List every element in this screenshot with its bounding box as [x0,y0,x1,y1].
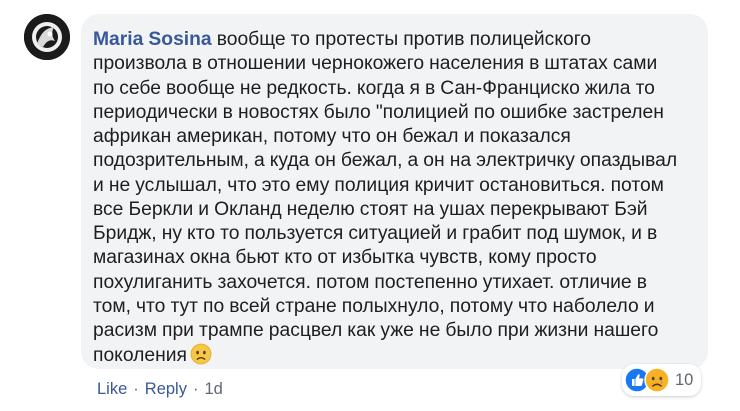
reaction-count: 10 [675,370,694,389]
sad-face-emoji-icon [190,343,212,365]
author-avatar[interactable] [24,14,70,60]
avatar-image [24,14,70,60]
separator-dot: · [192,380,199,398]
comment-line: том, что тут по всей стране полыхнуло, п… [93,295,655,317]
comment-actions: Like · Reply · 1d [97,380,223,399]
comment-line: все Беркли и Окланд неделю стоят на ушах… [93,198,648,220]
comment-line: по себе вообще не редкость. когда я в Са… [93,77,655,99]
like-link[interactable]: Like [97,380,127,398]
reactions-summary[interactable]: 10 [622,364,702,396]
comment-screenshot: Maria Sosina вообще то протесты против п… [0,0,740,411]
comment-line: похулиганить захочется. потом постепенно… [93,271,647,293]
comment-line: магазинах окна бьют кто от избытка чувст… [93,247,597,269]
comment-body: Maria Sosina вообще то протесты против п… [93,28,696,369]
comment-line: и не услышал, что это ему полиция кричит… [93,174,664,196]
comment-author-name[interactable]: Maria Sosina [93,29,212,50]
comment-line: вообще то протесты против полицейского [211,29,592,50]
comment-line: произвола в отношении чернокожего населе… [93,53,658,75]
comment-timestamp[interactable]: 1d [204,380,222,398]
comment-line: поколения [93,345,187,367]
sad-reaction-icon [644,367,670,393]
reply-link[interactable]: Reply [145,380,187,398]
comment-line-first: Maria Sosina вообще то протесты против п… [93,28,696,52]
comment-line-last: поколения [93,343,696,368]
comment-line: африкан американ, потому что он бежал и … [93,126,571,147]
comment-line: периодически в новостях было "полицией п… [93,101,664,123]
separator-dot: · [133,380,139,398]
comment-line: расизм при трампе расцвел как уже не был… [93,320,659,341]
comment-bubble: Maria Sosina вообще то протесты против п… [81,14,708,369]
comment-line: подозрительным, а куда он бежал, а он на… [93,150,678,172]
comment-line: Бридж, ну кто то пользуется ситуацией и … [93,223,658,244]
